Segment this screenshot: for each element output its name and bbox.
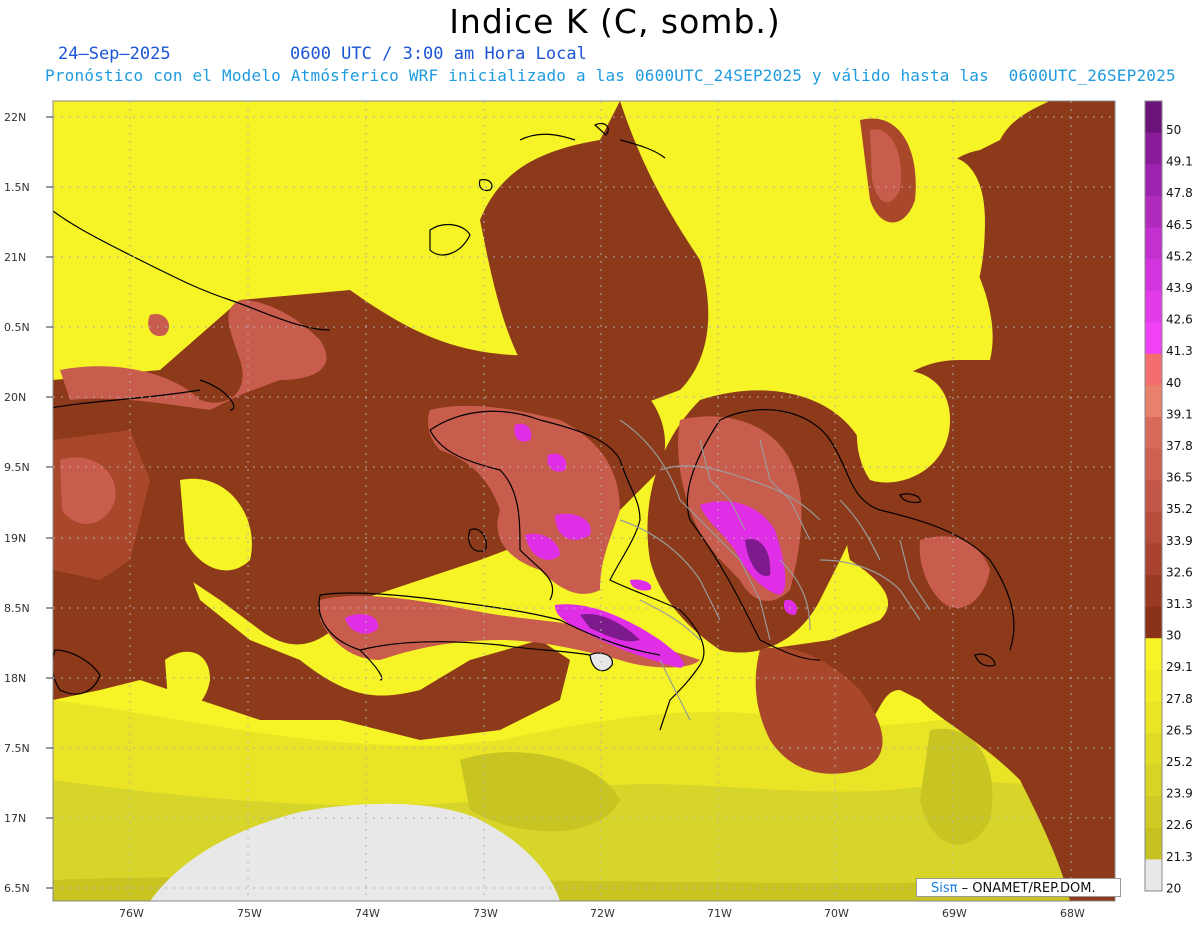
colorbar-label: 40 [1166,376,1181,390]
colorbar-label: 29.1 [1166,660,1193,674]
lat-tick-label: 1.5N [4,181,30,194]
k-index-field [53,101,1115,901]
colorbar-label: 49.1 [1166,155,1193,169]
colorbar-label: 21.3 [1166,850,1193,864]
colorbar-swatch [1145,385,1162,418]
colorbar-label: 30 [1166,629,1181,643]
lon-tick-label: 70W [824,907,849,920]
colorbar-swatch [1145,638,1162,671]
colorbar-swatch [1145,669,1162,702]
colorbar-label: 50 [1166,123,1181,137]
colorbar-label: 37.8 [1166,439,1193,453]
colorbar-swatch [1145,195,1162,228]
lat-tick-label: 19N [4,532,26,545]
colorbar-swatch [1145,701,1162,734]
colorbar-label: 47.8 [1166,186,1193,200]
lon-tick-label: 69W [942,907,967,920]
colorbar-label: 42.6 [1166,313,1193,327]
colorbar-swatch [1145,827,1162,860]
colorbar-swatch [1145,764,1162,797]
colorbar-label: 36.5 [1166,471,1193,485]
colorbar-swatch [1145,448,1162,481]
lon-tick-label: 72W [590,907,615,920]
credit-text: – ONAMET/REP.DOM. [961,881,1096,896]
lon-tick-label: 76W [119,907,144,920]
colorbar-label: 33.9 [1166,534,1193,548]
lon-tick-label: 73W [473,907,498,920]
credit-box: Sisπ – ONAMET/REP.DOM. [916,878,1121,897]
colorbar-swatch [1145,511,1162,544]
lat-tick-label: 21N [4,251,26,264]
colorbar-swatch [1145,164,1162,197]
lat-tick-label: 22N [4,111,26,124]
colorbar-label: 39.1 [1166,407,1193,421]
colorbar-label: 27.8 [1166,692,1193,706]
lat-tick-label: 18N [4,672,26,685]
lon-tick-label: 68W [1060,907,1085,920]
colorbar-legend: 50 49.1 47.8 46.5 45.2 43.9 42.6 41.3 40 39.1 37.8… [1144,100,1193,895]
colorbar-label: 31.3 [1166,597,1193,611]
lat-tick-label: 20N [4,391,26,404]
weather-map: 22N 1.5N 21N 0.5N 20N 9.5N 19N 8.5N 18N … [4,100,1193,920]
lat-tick-label: 7.5N [4,742,30,755]
colorbar-label: 26.5 [1166,723,1193,737]
colorbar-swatch [1145,859,1162,892]
lon-tick-label: 74W [355,907,380,920]
colorbar-label: 20 [1166,881,1181,895]
colorbar-label: 23.9 [1166,787,1193,801]
lat-tick-label: 9.5N [4,461,30,474]
colorbar-label: 22.6 [1166,818,1193,832]
colorbar-swatch [1145,543,1162,576]
colorbar-swatch [1145,227,1162,260]
colorbar-swatch [1145,259,1162,292]
lat-tick-label: 17N [4,812,26,825]
colorbar-swatch [1145,290,1162,323]
colorbar-swatch [1145,575,1162,608]
colorbar-label: 43.9 [1166,281,1193,295]
colorbar-swatch [1145,480,1162,513]
colorbar-label: 32.6 [1166,565,1193,579]
lon-tick-label: 75W [237,907,262,920]
longitude-axis: 76W 75W 74W 73W 72W 71W 70W 69W 68W [119,907,1085,920]
colorbar-swatch [1145,606,1162,639]
colorbar-swatch [1145,733,1162,766]
colorbar-swatch [1145,322,1162,355]
colorbar-label: 45.2 [1166,249,1193,263]
lat-tick-label: 6.5N [4,882,30,895]
colorbar-label: 46.5 [1166,218,1193,232]
lon-tick-label: 71W [707,907,732,920]
colorbar-label: 35.2 [1166,502,1193,516]
colorbar-swatch [1145,101,1162,134]
sispi-logo: Sisπ [931,881,958,896]
colorbar-swatch [1145,353,1162,386]
latitude-axis: 22N 1.5N 21N 0.5N 20N 9.5N 19N 8.5N 18N … [4,111,53,895]
colorbar-swatch [1145,417,1162,450]
colorbar-swatch [1145,132,1162,165]
colorbar-label: 25.2 [1166,755,1193,769]
colorbar-swatch [1145,796,1162,829]
lat-tick-label: 8.5N [4,602,30,615]
colorbar-label: 41.3 [1166,344,1193,358]
lat-tick-label: 0.5N [4,321,30,334]
